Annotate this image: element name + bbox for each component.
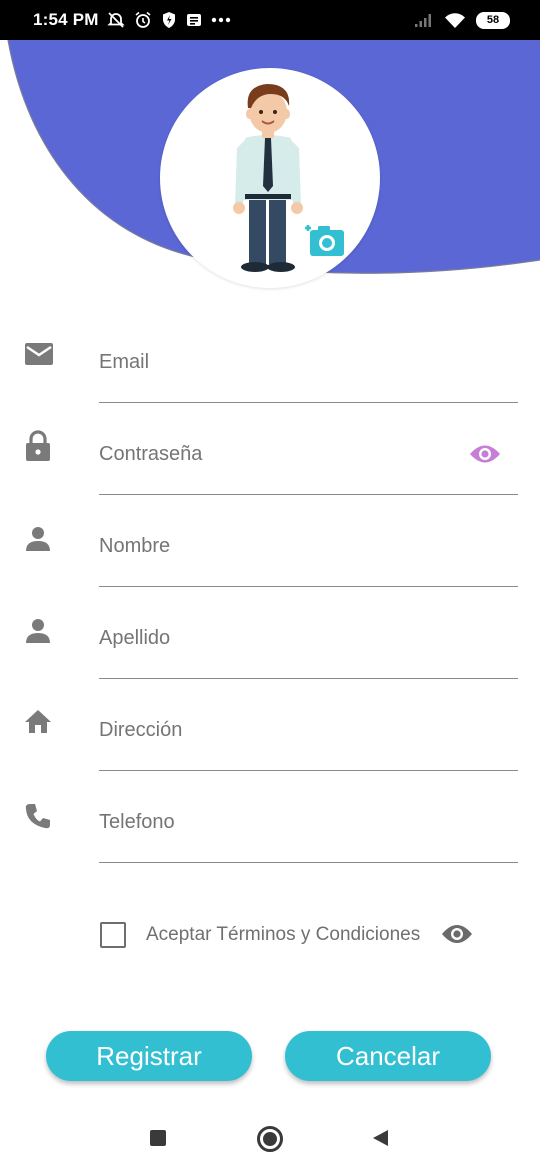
person-icon (26, 619, 50, 643)
person-icon (26, 527, 50, 551)
alarm-off-icon (106, 12, 125, 28)
notification-icon (186, 14, 201, 26)
name-underline (99, 586, 518, 587)
alarm-icon (135, 11, 151, 28)
email-row (0, 320, 540, 412)
terms-row: Aceptar Términos y Condiciones (100, 920, 420, 950)
status-icons (106, 11, 231, 29)
lock-icon (26, 430, 50, 461)
status-time: 1:54 PM (33, 10, 99, 29)
add-photo-icon[interactable] (303, 220, 347, 260)
lastname-row (0, 596, 540, 688)
register-button[interactable]: Registrar (46, 1031, 252, 1081)
lastname-underline (99, 678, 518, 679)
email-icon (25, 343, 53, 365)
terms-checkbox[interactable] (100, 922, 126, 948)
name-input[interactable] (99, 526, 518, 566)
show-password-eye-icon[interactable] (469, 443, 501, 465)
lastname-input[interactable] (99, 618, 518, 658)
address-input[interactable] (99, 710, 518, 750)
password-input[interactable] (99, 434, 518, 474)
password-row (0, 412, 540, 504)
wifi-icon (445, 12, 465, 28)
phone-icon (25, 804, 50, 829)
password-underline (99, 494, 518, 495)
address-underline (99, 770, 518, 771)
home-nav-icon[interactable] (257, 1126, 283, 1152)
status-right: 58 (414, 11, 510, 29)
shield-icon (162, 12, 175, 28)
cancel-button[interactable]: Cancelar (285, 1031, 491, 1081)
more-dots-icon (211, 17, 230, 23)
system-nav-bar (0, 1105, 540, 1170)
phone-input[interactable] (99, 802, 518, 842)
signal-icon (415, 14, 431, 27)
back-icon[interactable] (372, 1129, 390, 1147)
status-bar: 1:54 PM 58 (0, 0, 540, 40)
register-screen: 1:54 PM 58 Email Nombre Apellido Direcci… (0, 0, 540, 1170)
phone-underline (99, 862, 518, 863)
battery-indicator: 58 (476, 11, 510, 29)
home-icon (25, 710, 51, 733)
terms-label: Aceptar Términos y Condiciones (146, 924, 421, 945)
address-row (0, 688, 540, 780)
email-input[interactable] (99, 342, 518, 382)
phone-row (0, 780, 540, 872)
view-terms-eye-icon[interactable] (441, 922, 473, 946)
name-row (0, 504, 540, 596)
email-underline (99, 402, 518, 403)
recents-icon[interactable] (150, 1130, 166, 1146)
